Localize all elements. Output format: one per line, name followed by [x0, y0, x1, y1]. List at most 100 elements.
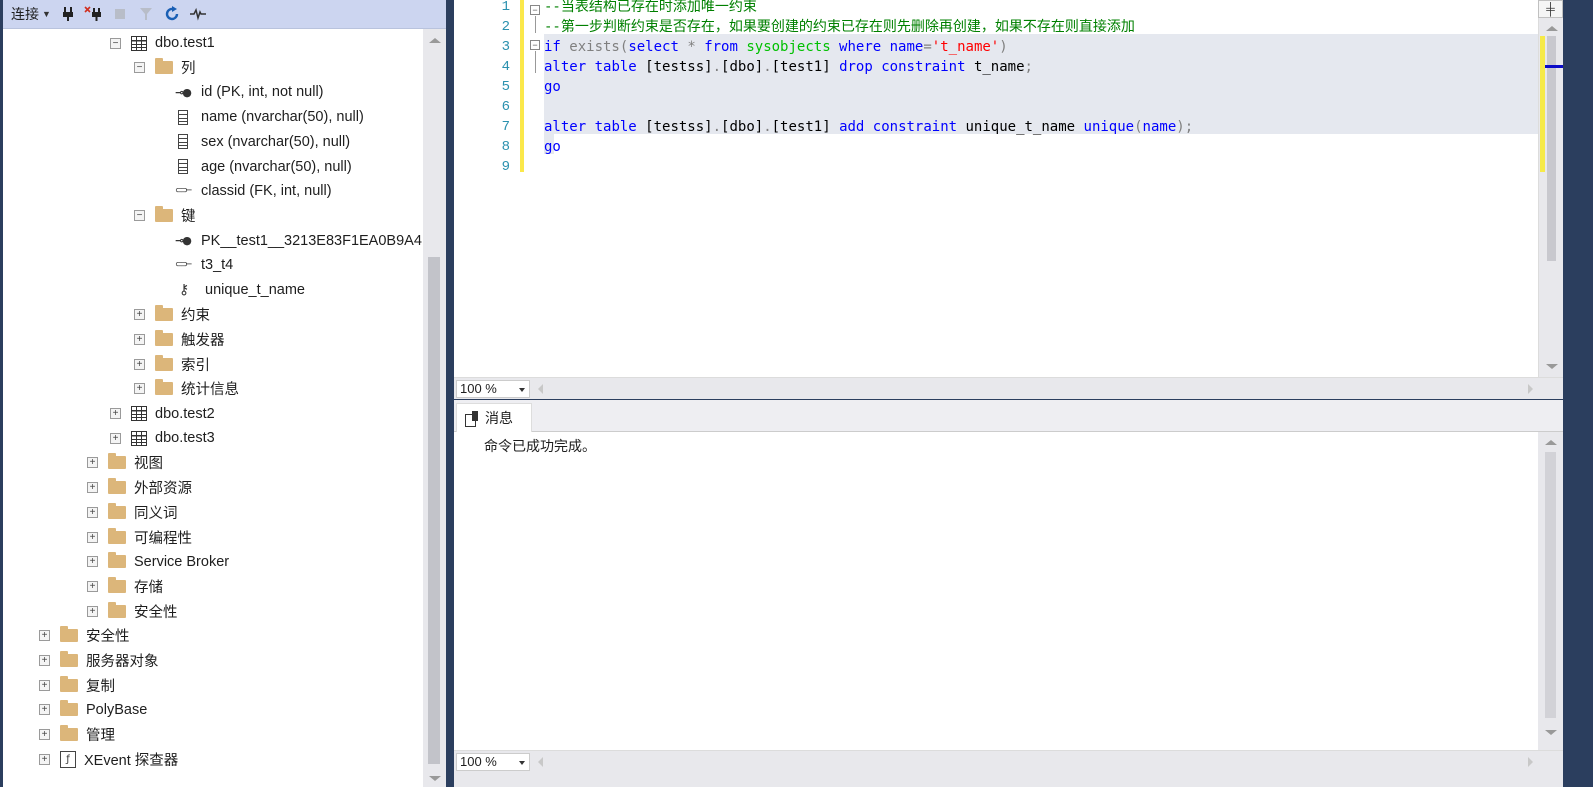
expand-icon[interactable]: + [134, 383, 145, 395]
tree-node[interactable]: ⊂⊃─ t3_t4 [175, 253, 233, 277]
tree-node[interactable]: + 复制 [39, 673, 115, 697]
scroll-left-arrow-icon[interactable] [538, 384, 543, 394]
collapse-icon[interactable]: − [110, 37, 121, 49]
expand-icon[interactable]: + [134, 358, 145, 370]
tree-node[interactable]: ⊂⊃─ classid (FK, int, null) [175, 179, 332, 203]
scroll-down-arrow-icon[interactable] [1545, 730, 1557, 735]
collapse-region-icon[interactable]: − [530, 40, 540, 50]
refresh-button[interactable] [161, 3, 183, 25]
code-line[interactable]: --第一步判断约束是否存在，如果要创建的约束已存在则先删除再创建，如果不存在则直… [544, 17, 1135, 37]
expand-icon[interactable]: + [87, 506, 98, 518]
tree-node[interactable]: + ƒ XEvent 探查器 [39, 747, 178, 771]
query-editor[interactable]: 1 2 3 4 5 6 7 8 9 − − --当表结构已存在时添加唯一约束 --第一步判断约束是… [454, 0, 1566, 377]
expand-icon[interactable]: + [39, 753, 50, 765]
scroll-right-arrow-icon[interactable] [1528, 757, 1533, 767]
tree-node[interactable]: − 键 [134, 204, 196, 228]
scroll-left-arrow-icon[interactable] [538, 757, 543, 767]
split-editor-button[interactable]: ╪ [1538, 0, 1563, 18]
tree-node-label: XEvent 探查器 [84, 752, 179, 769]
tree-node[interactable]: + 管理 [39, 723, 115, 747]
expand-icon[interactable]: + [39, 630, 50, 642]
results-zoom-select[interactable]: 100 % [456, 753, 530, 771]
tree-node[interactable]: + 同义词 [87, 500, 178, 524]
code-line[interactable]: --当表结构已存在时添加唯一约束 [544, 0, 757, 17]
code-line[interactable]: go [544, 137, 561, 157]
code-token: [testss] [636, 119, 713, 135]
tree-node[interactable]: + 可编程性 [87, 525, 192, 549]
results-vertical-scrollbar[interactable] [1538, 432, 1563, 750]
expand-icon[interactable]: + [87, 457, 98, 469]
tree-node[interactable]: ⚷ unique_t_name [175, 278, 305, 302]
editor-zoom-select[interactable]: 100 % [456, 380, 530, 398]
tree-node[interactable]: + 安全性 [39, 624, 130, 648]
tree-node[interactable]: age (nvarchar(50), null) [175, 155, 352, 179]
code-token: * [678, 39, 705, 55]
scroll-down-arrow-icon[interactable] [1546, 364, 1558, 369]
tree-node[interactable]: + Service Broker [87, 550, 229, 574]
column-icon [178, 159, 188, 174]
expand-icon[interactable]: + [87, 580, 98, 592]
connect-button[interactable] [57, 3, 79, 25]
collapse-icon[interactable]: − [134, 62, 145, 74]
tree-node[interactable]: + 存储 [87, 574, 163, 598]
code-line[interactable]: go [544, 77, 561, 97]
scrollbar-thumb[interactable] [1545, 452, 1556, 718]
expand-icon[interactable]: + [87, 482, 98, 494]
tree-node[interactable]: ⊸● PK__test1__3213E83F1EA0B9A4 [175, 229, 422, 253]
primary-key-icon: ⊸● [175, 85, 192, 99]
tree-node[interactable]: + 索引 [134, 352, 210, 376]
code-token: ; [1024, 59, 1033, 75]
expand-icon[interactable]: + [39, 679, 50, 691]
tree-node[interactable]: + 服务器对象 [39, 649, 159, 673]
tree-node[interactable]: − dbo.test1 [110, 31, 215, 55]
scrollbar-thumb[interactable] [1547, 36, 1556, 261]
tree-node[interactable]: + 视图 [87, 451, 163, 475]
expand-icon[interactable]: + [87, 605, 98, 617]
connect-icon [62, 7, 73, 21]
connect-dropdown-button[interactable]: 连接 ▼ [11, 3, 53, 25]
tree-node[interactable]: − 列 [134, 56, 196, 80]
tab-messages[interactable]: 消息 [456, 403, 532, 432]
scrollbar-thumb[interactable] [428, 257, 440, 764]
expand-icon[interactable]: + [134, 309, 145, 321]
tree-node[interactable]: ⊸● id (PK, int, not null) [175, 80, 324, 104]
expand-icon[interactable]: + [39, 704, 50, 716]
scroll-up-arrow-icon[interactable] [429, 38, 441, 43]
expand-icon[interactable]: + [134, 333, 145, 345]
scroll-up-arrow-icon[interactable] [1546, 26, 1558, 31]
tree-node[interactable]: name (nvarchar(50), null) [175, 105, 364, 129]
tree-node[interactable]: + 约束 [134, 303, 210, 327]
tree-node[interactable]: + 触发器 [134, 327, 225, 351]
collapse-region-icon[interactable]: − [530, 5, 540, 15]
code-line[interactable]: alter table [testss].[dbo].[test1] drop … [544, 57, 1033, 77]
code-token: --第一步判断约束是否存在，如果要创建的约束已存在则先删除再创建，如果不存在则直… [544, 19, 1135, 35]
disconnect-button[interactable] [83, 3, 105, 25]
tree-node[interactable]: + PolyBase [39, 698, 147, 722]
tree-node[interactable]: + 统计信息 [134, 377, 239, 401]
expand-icon[interactable]: + [39, 729, 50, 741]
expand-icon[interactable]: + [87, 556, 98, 568]
expand-icon[interactable]: + [110, 432, 121, 444]
code-line[interactable]: alter table [testss].[dbo].[test1] add c… [544, 117, 1193, 137]
scroll-down-arrow-icon[interactable] [429, 776, 441, 781]
tree-node[interactable]: + 外部资源 [87, 476, 192, 500]
messages-pane[interactable]: 命令已成功完成。 [454, 432, 1538, 750]
scroll-right-arrow-icon[interactable] [1528, 384, 1533, 394]
expand-icon[interactable]: + [39, 655, 50, 666]
line-number: 4 [501, 59, 510, 75]
explorer-vertical-scrollbar[interactable] [423, 29, 446, 787]
panel-splitter[interactable] [446, 0, 454, 787]
scroll-up-arrow-icon[interactable] [1545, 440, 1557, 445]
filter-button[interactable] [135, 3, 157, 25]
collapse-icon[interactable]: − [134, 210, 145, 222]
tree-node[interactable]: + dbo.test3 [110, 426, 215, 450]
activity-monitor-button[interactable] [187, 3, 209, 25]
expand-icon[interactable]: + [87, 531, 98, 543]
folder-icon [155, 206, 173, 223]
tree-node[interactable]: sex (nvarchar(50), null) [175, 130, 350, 154]
code-line[interactable]: if exists(select * from sysobjects where… [544, 37, 1008, 57]
tree-node[interactable]: + 安全性 [87, 599, 178, 623]
tree-node[interactable]: + dbo.test2 [110, 402, 215, 426]
expand-icon[interactable]: + [110, 408, 121, 419]
stop-button[interactable] [109, 3, 131, 25]
